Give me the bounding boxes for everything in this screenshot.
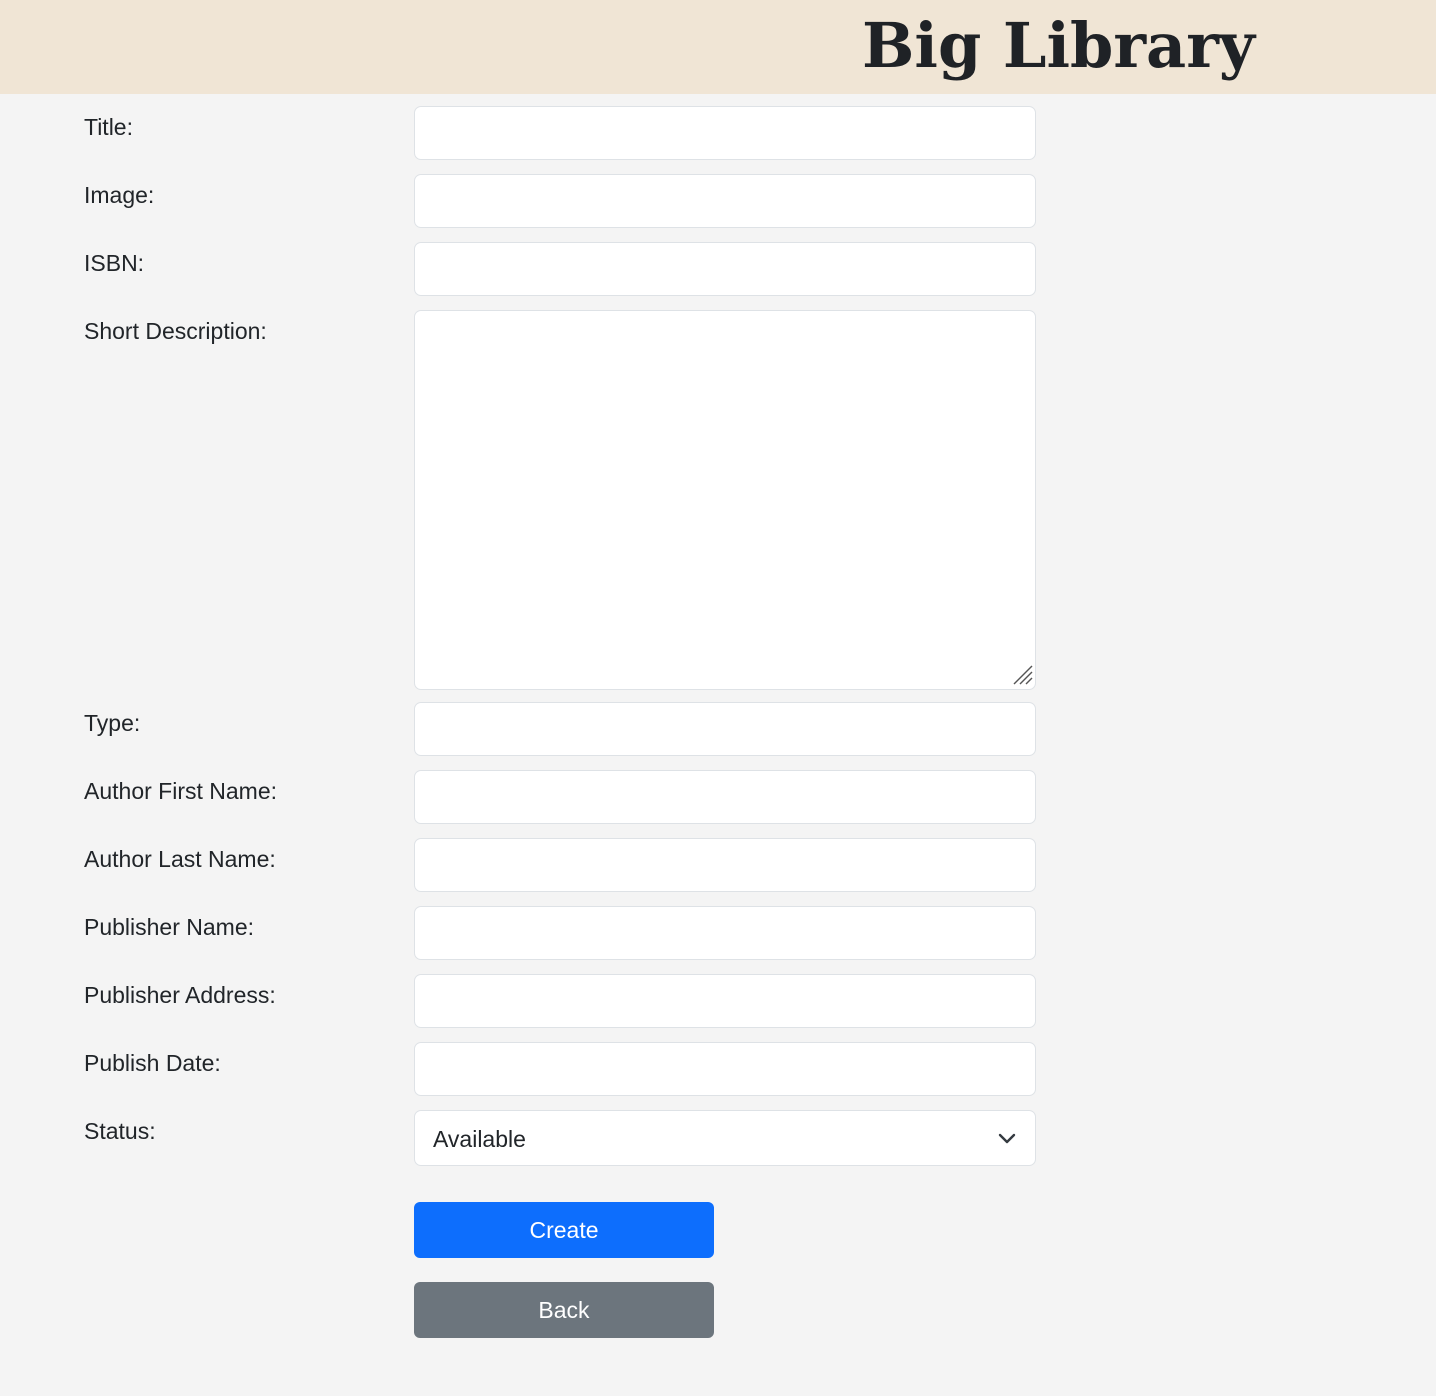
status-select[interactable]: Available [414,1110,1036,1166]
title-label: Title: [84,114,133,140]
image-input[interactable] [414,174,1036,228]
publisher-address-input[interactable] [414,974,1036,1028]
author-last-name-label: Author Last Name: [84,846,276,872]
create-button[interactable]: Create [414,1202,714,1258]
author-first-name-input[interactable] [414,770,1036,824]
isbn-label: ISBN: [84,250,145,276]
resize-grip-icon[interactable] [1012,664,1034,686]
back-button[interactable]: Back [414,1282,714,1338]
publisher-address-label: Publisher Address: [84,982,276,1008]
short-description-textarea[interactable] [414,310,1036,690]
header-bar: Big Library [0,0,1436,94]
type-label: Type: [84,710,141,736]
type-input[interactable] [414,702,1036,756]
chevron-down-icon [998,1133,1016,1144]
publish-date-input[interactable] [414,1042,1036,1096]
status-selected-value: Available [433,1126,526,1152]
publisher-name-input[interactable] [414,906,1036,960]
publish-date-label: Publish Date: [84,1050,221,1076]
author-first-name-label: Author First Name: [84,778,277,804]
brand-title[interactable]: Big Library [862,8,1255,84]
author-last-name-input[interactable] [414,838,1036,892]
publisher-name-label: Publisher Name: [84,914,255,940]
image-label: Image: [84,182,155,208]
title-input[interactable] [414,106,1036,160]
status-label: Status: [84,1118,156,1144]
isbn-input[interactable] [414,242,1036,296]
short-description-label: Short Description: [84,318,267,344]
